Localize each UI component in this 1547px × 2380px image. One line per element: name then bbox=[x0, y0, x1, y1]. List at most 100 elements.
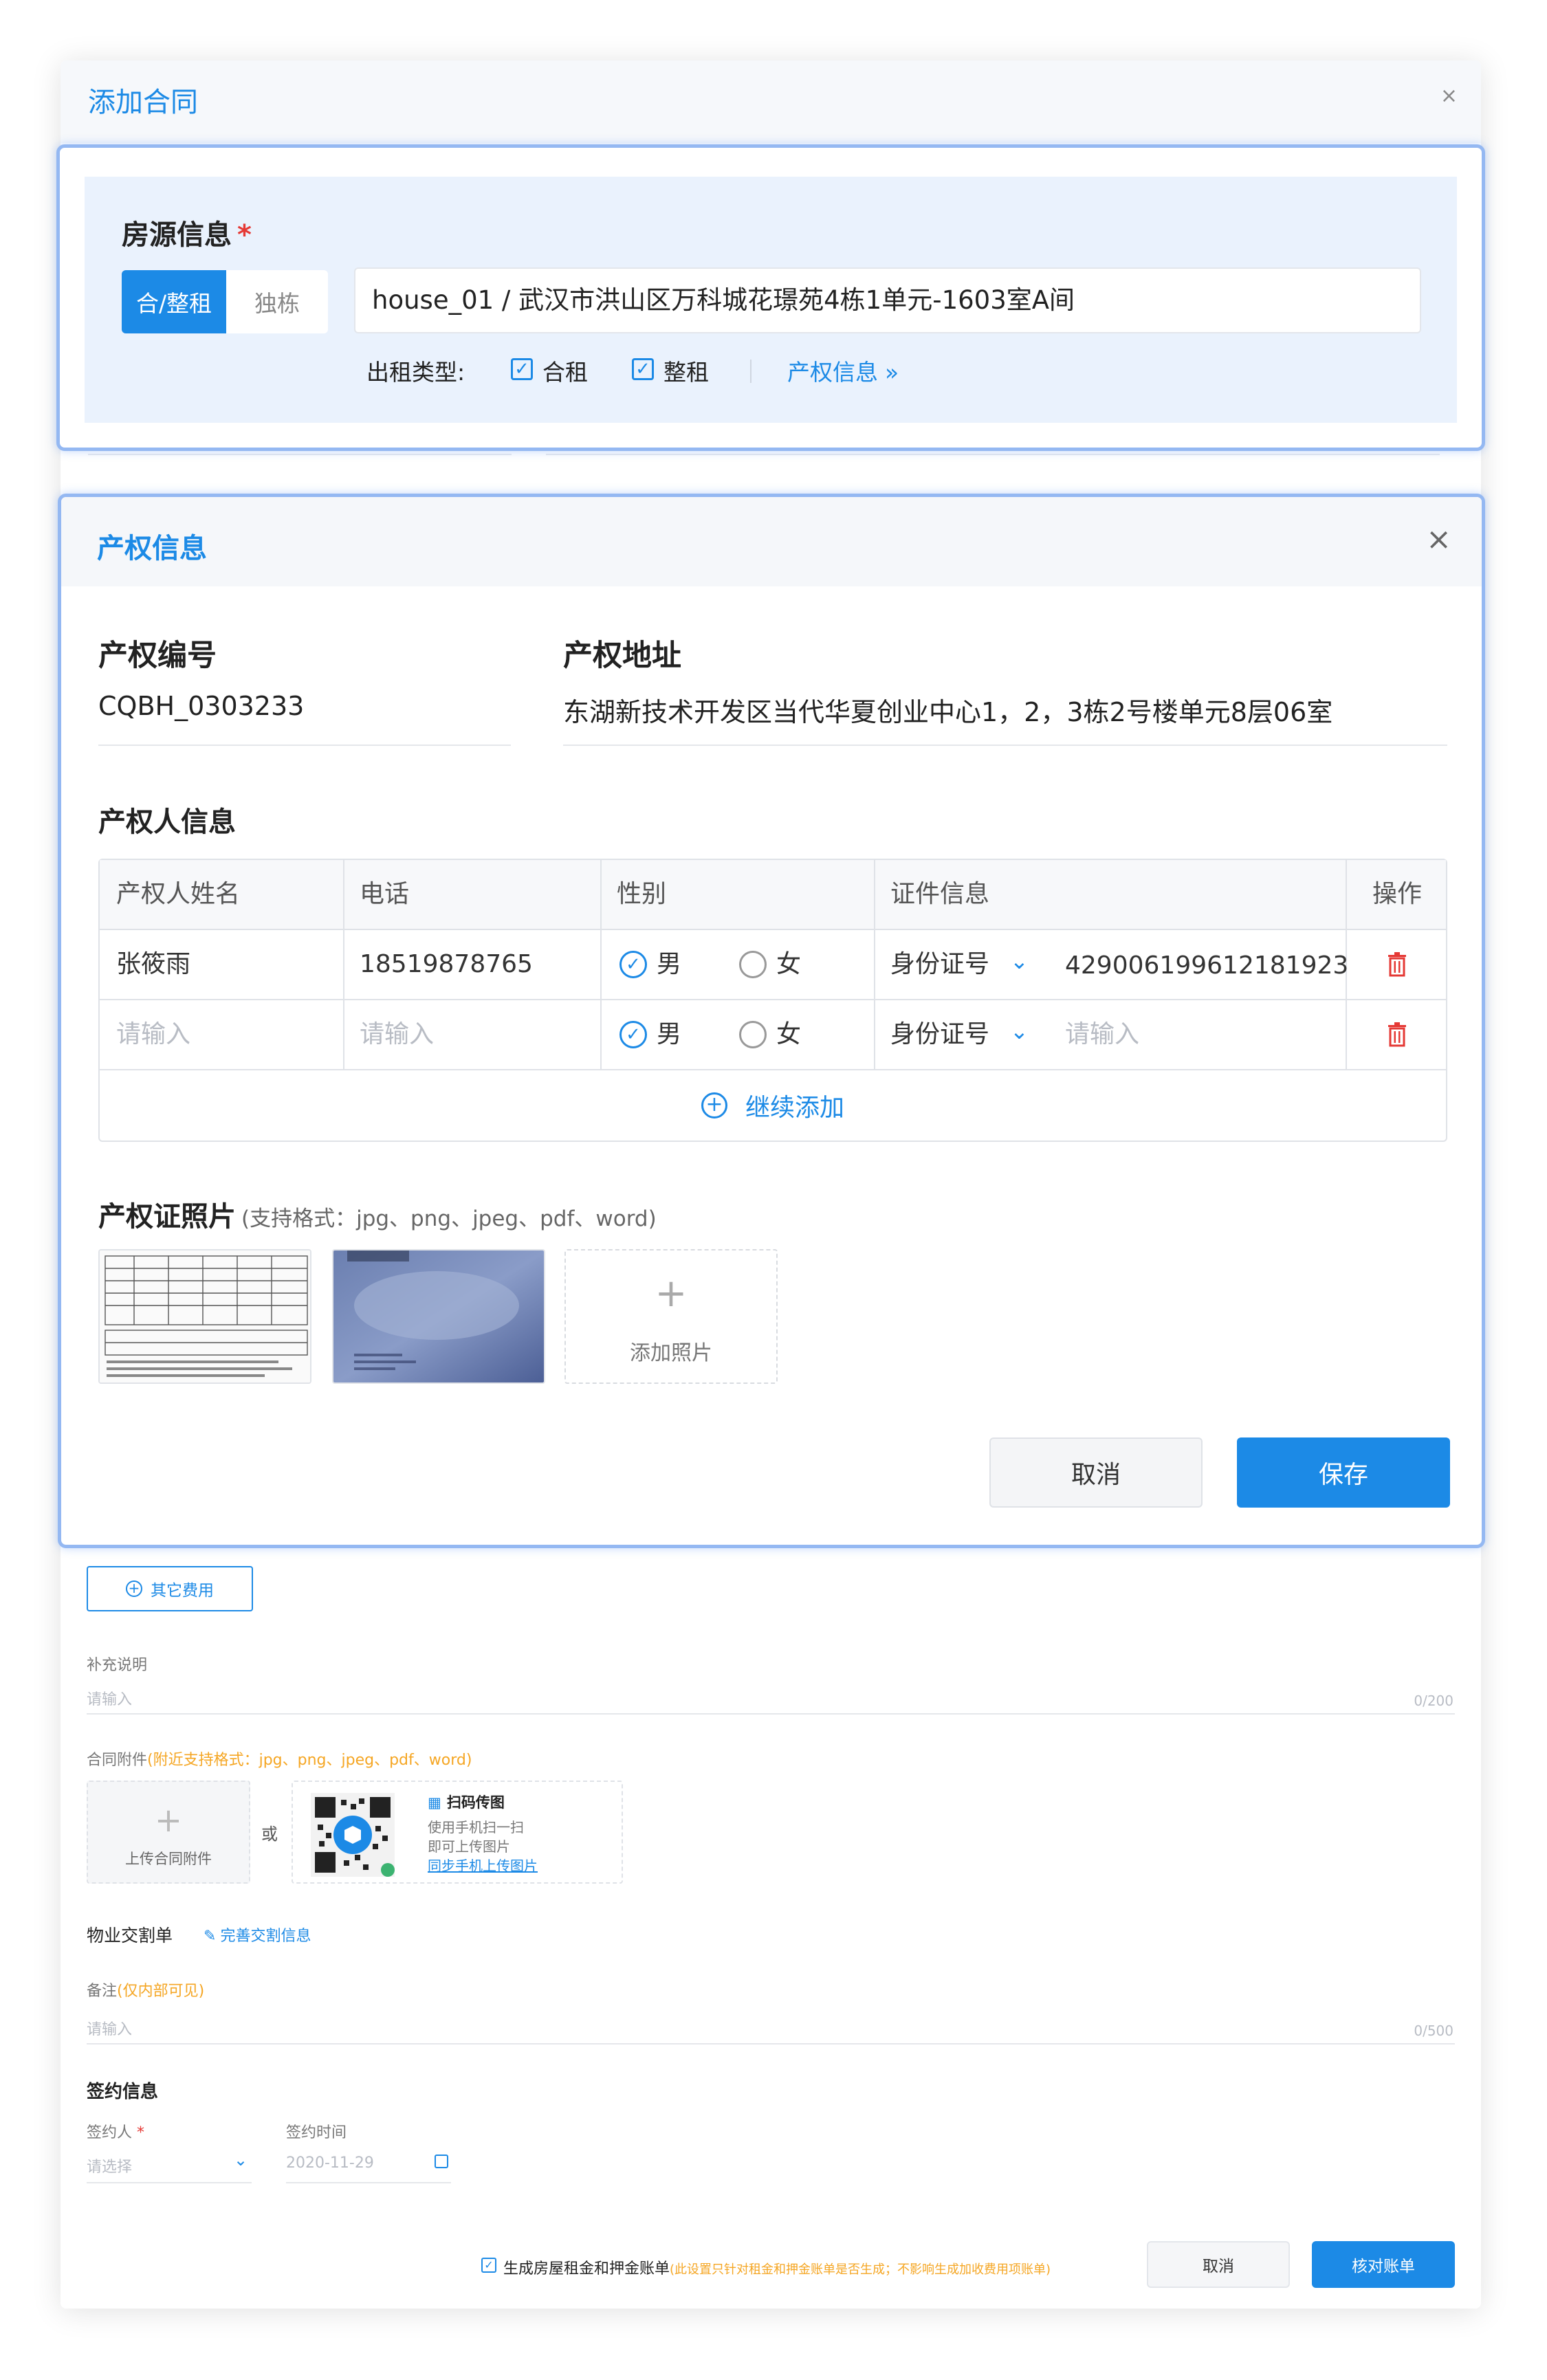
ghost-line bbox=[88, 454, 294, 455]
add-photo-box[interactable]: + 添加照片 bbox=[564, 1249, 778, 1384]
owner-name-input[interactable]: 张筱雨 bbox=[100, 930, 343, 999]
gen-bill-label: 生成房屋租金和押金账单(此设置只针对租金和押金账单是否生成；不影响生成加收费用项… bbox=[503, 2260, 1051, 2278]
time-label: 签约时间 bbox=[286, 2124, 347, 2141]
header-phone: 电话 bbox=[360, 880, 410, 908]
property-title: 产权信息 bbox=[97, 533, 207, 564]
header-name: 产权人姓名 bbox=[116, 880, 241, 908]
remark-underline bbox=[87, 1713, 1455, 1715]
housing-info-inner: 房源信息 * 合/整租 独栋 house_01 / 武汉市洪山区万科城花璟苑4栋1… bbox=[85, 177, 1457, 423]
id-type-select[interactable]: 身份证号 bbox=[874, 1000, 989, 1069]
or-label: 或 bbox=[261, 1825, 278, 1844]
scan-title: ▦ 扫码传图 bbox=[428, 1794, 505, 1811]
delete-icon[interactable] bbox=[1387, 952, 1407, 977]
note-underline bbox=[87, 2043, 1455, 2045]
property-number-value: CQBH_0303233 bbox=[98, 691, 305, 721]
remark-label: 补充说明 bbox=[87, 1657, 148, 1674]
scan-upload-box: ▦ 扫码传图 使用手机扫一扫 即可上传图片 同步手机上传图片 bbox=[292, 1781, 623, 1884]
add-more-button[interactable]: + 继续添加 bbox=[100, 1070, 1446, 1141]
note-count: 0/500 bbox=[1414, 2023, 1453, 2039]
signer-label: 签约人 * bbox=[87, 2124, 145, 2141]
remark-count: 0/200 bbox=[1414, 1693, 1453, 1709]
dialog-close-icon[interactable]: × bbox=[1440, 84, 1458, 108]
scan-icon: ▦ bbox=[428, 1794, 441, 1811]
attach-label: 合同附件(附近支持格式：jpg、png、jpeg、pdf、word) bbox=[87, 1752, 472, 1769]
photo-thumbnail bbox=[333, 1250, 544, 1382]
rent-type-label: 出租类型: bbox=[366, 359, 465, 386]
remark-input[interactable]: 请输入 bbox=[87, 1687, 132, 1709]
owner-phone-input[interactable]: 请输入 bbox=[343, 1000, 600, 1069]
edit-icon: ✎ bbox=[204, 1928, 217, 1945]
double-chevron-right-icon: » bbox=[885, 359, 899, 386]
property-header: 产权信息 × bbox=[61, 497, 1482, 586]
handover-link[interactable]: ✎ 完善交割信息 bbox=[204, 1924, 311, 1946]
rent-whole-checkbox[interactable]: ✓ bbox=[632, 358, 654, 380]
calendar-icon[interactable] bbox=[435, 2155, 448, 2168]
divider bbox=[750, 360, 751, 383]
rent-shared-checkbox[interactable]: ✓ bbox=[511, 358, 533, 380]
plus-icon: + bbox=[154, 1801, 183, 1840]
header-gender: 性别 bbox=[617, 880, 667, 908]
add-circle-icon: + bbox=[701, 1092, 727, 1119]
dialog-title: 添加合同 bbox=[88, 87, 198, 118]
owner-table: 产权人姓名 电话 性别 证件信息 操作 张筱雨 18519878765 ✓ 男 … bbox=[98, 859, 1447, 1142]
scan-line2: 即可上传图片 bbox=[428, 1838, 510, 1855]
property-cancel-button[interactable]: 取消 bbox=[989, 1437, 1203, 1508]
add-photo-label: 添加照片 bbox=[630, 1341, 712, 1365]
chevron-down-icon[interactable]: ⌄ bbox=[1010, 948, 1029, 974]
delete-icon[interactable] bbox=[1387, 1022, 1407, 1047]
gender-female-label: 女 bbox=[776, 950, 802, 978]
property-save-button[interactable]: 保存 bbox=[1237, 1437, 1450, 1508]
upload-attachment-box[interactable]: + 上传合同附件 bbox=[87, 1781, 250, 1884]
rent-shared-label: 合租 bbox=[542, 359, 588, 386]
header-actions: 操作 bbox=[1372, 880, 1422, 908]
rent-whole-label: 整租 bbox=[663, 359, 709, 386]
ghost-line bbox=[890, 454, 1440, 455]
handover-label: 物业交割单 bbox=[87, 1926, 173, 1946]
segment-single[interactable]: 独栋 bbox=[226, 270, 328, 333]
signer-underline bbox=[87, 2182, 252, 2183]
id-type-select[interactable]: 身份证号 bbox=[874, 930, 989, 999]
owner-name-input[interactable]: 请输入 bbox=[100, 1000, 343, 1069]
property-info-link[interactable]: 产权信息» bbox=[787, 354, 899, 387]
id-number-input[interactable]: 请输入 bbox=[1049, 1000, 1139, 1069]
chevron-down-icon[interactable]: ⌄ bbox=[234, 2150, 248, 2170]
note-input[interactable]: 请输入 bbox=[87, 2017, 132, 2039]
id-number-input[interactable]: 429006199612181923 bbox=[1049, 932, 1348, 1000]
signer-select[interactable]: 请选择 bbox=[87, 2155, 132, 2177]
sign-title: 签约信息 bbox=[87, 2082, 159, 2102]
time-underline bbox=[286, 2182, 451, 2183]
table-header bbox=[100, 860, 1446, 929]
scan-line1: 使用手机扫一扫 bbox=[428, 1819, 524, 1836]
ghost-line bbox=[285, 454, 512, 455]
gender-male-label: 男 bbox=[657, 950, 682, 978]
other-fee-label: 其它费用 bbox=[151, 1582, 214, 1600]
scan-link[interactable]: 同步手机上传图片 bbox=[428, 1855, 538, 1875]
document-thumbnail bbox=[100, 1250, 310, 1382]
photos-label: 产权证照片 (支持格式：jpg、png、jpeg、pdf、word) bbox=[98, 1201, 657, 1233]
ghost-line bbox=[546, 454, 910, 455]
time-input[interactable]: 2020-11-29 bbox=[286, 2155, 374, 2172]
plus-icon: + bbox=[655, 1271, 688, 1316]
property-number-underline bbox=[98, 745, 511, 746]
qr-code-icon bbox=[311, 1793, 395, 1877]
property-info-panel: 产权信息 × 产权编号 CQBH_0303233 产权地址 东湖新技术开发区当代… bbox=[58, 494, 1485, 1548]
other-fee-button[interactable]: + 其它费用 bbox=[87, 1566, 253, 1611]
house-address-input[interactable]: house_01 / 武汉市洪山区万科城花璟苑4栋1单元-1603室A间 bbox=[354, 267, 1421, 333]
property-close-icon[interactable]: × bbox=[1426, 522, 1451, 557]
bottom-cancel-button[interactable]: 取消 bbox=[1147, 2241, 1290, 2288]
property-number-label: 产权编号 bbox=[98, 639, 217, 673]
owner-section-title: 产权人信息 bbox=[98, 806, 236, 838]
note-label: 备注(仅内部可见) bbox=[87, 1983, 205, 2000]
property-address-underline bbox=[563, 745, 1447, 746]
chevron-down-icon[interactable]: ⌄ bbox=[1010, 1018, 1029, 1044]
owner-phone-input[interactable]: 18519878765 bbox=[343, 930, 600, 999]
dialog-header: 添加合同 × bbox=[61, 60, 1481, 143]
housing-info-panel: 房源信息 * 合/整租 独栋 house_01 / 武汉市洪山区万科城花璟苑4栋1… bbox=[56, 144, 1485, 451]
segment-shared[interactable]: 合/整租 bbox=[122, 270, 226, 333]
property-address-label: 产权地址 bbox=[563, 639, 681, 673]
gen-bill-checkbox[interactable]: ✓ bbox=[481, 2258, 496, 2273]
check-bill-button[interactable]: 核对账单 bbox=[1312, 2241, 1455, 2288]
certificate-photo-1[interactable] bbox=[98, 1249, 311, 1384]
certificate-photo-2[interactable] bbox=[332, 1249, 545, 1384]
upload-label: 上传合同附件 bbox=[125, 1851, 212, 1867]
